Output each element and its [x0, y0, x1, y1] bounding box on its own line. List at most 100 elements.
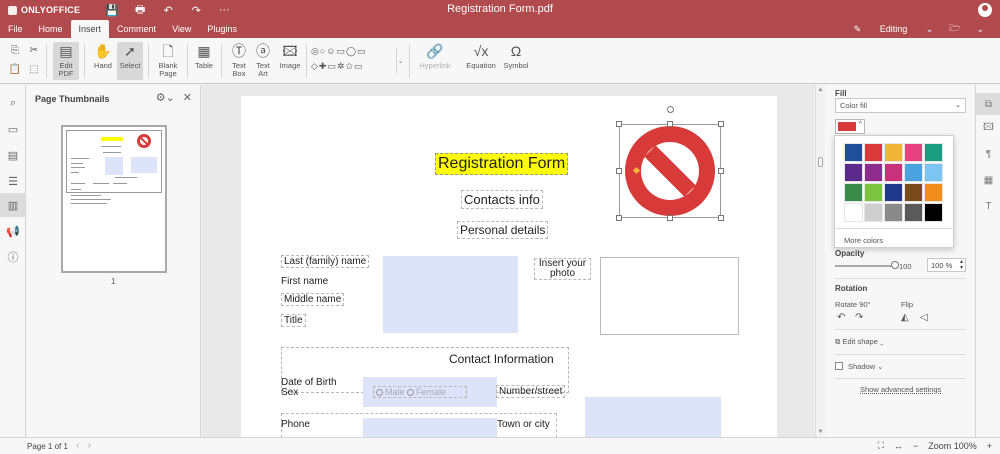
scroll-up-icon[interactable]: ▲	[817, 87, 824, 93]
street-field[interactable]	[585, 397, 721, 437]
flip-vertical-icon[interactable]: ◁	[920, 312, 928, 323]
expand-toolbar-icon[interactable]: ⌄	[976, 24, 984, 35]
personal-details-heading[interactable]: Personal details	[457, 221, 549, 239]
undo-icon[interactable]: ↶	[160, 3, 176, 17]
color-swatch[interactable]	[864, 143, 883, 162]
image-settings-icon[interactable]: 🖾	[976, 117, 1000, 139]
paragraph-settings-icon[interactable]: ¶	[976, 143, 1000, 165]
resize-handle[interactable]	[718, 121, 724, 127]
tab-view[interactable]: View	[164, 20, 199, 38]
tab-file[interactable]: File	[0, 20, 31, 38]
tab-home[interactable]: Home	[31, 20, 71, 38]
color-swatch[interactable]	[904, 203, 923, 222]
more-colors-link[interactable]: More colors	[844, 236, 883, 245]
save-icon[interactable]: 💾	[104, 3, 120, 17]
copy-icon[interactable]: ⎘	[8, 44, 22, 56]
page-thumbnails-icon[interactable]: ▥	[0, 193, 26, 217]
blank-page-button[interactable]: 🗋 Blank Page	[154, 42, 182, 78]
color-swatch[interactable]	[924, 143, 943, 162]
color-swatch[interactable]	[904, 163, 923, 182]
print-icon[interactable]: 🖶	[132, 3, 148, 17]
feedback-icon[interactable]: 📢	[0, 219, 26, 243]
resize-handle[interactable]	[616, 121, 622, 127]
fit-width-icon[interactable]: ↔	[894, 441, 903, 451]
fill-type-select[interactable]: Color fill ⌄	[835, 98, 966, 113]
scroll-down-icon[interactable]: ▼	[817, 429, 824, 435]
sex-radio-group[interactable]: Male Female	[373, 386, 467, 398]
opacity-spinner[interactable]: 100 % ▴ ▾	[927, 258, 966, 272]
hand-tool-button[interactable]: ✋ Hand	[91, 42, 115, 70]
opacity-slider[interactable]	[835, 265, 895, 267]
color-swatch[interactable]	[844, 203, 863, 222]
male-radio[interactable]	[376, 389, 383, 396]
zoom-out-icon[interactable]: −	[913, 441, 918, 451]
zoom-level[interactable]: Zoom 100%	[928, 441, 977, 451]
fill-color-button[interactable]: ^	[835, 119, 865, 134]
chevron-left-icon[interactable]: ‹	[76, 440, 79, 451]
chat-icon[interactable]: ▤	[0, 143, 26, 167]
color-swatch[interactable]	[864, 163, 883, 182]
name-fields-area[interactable]	[383, 256, 518, 333]
vertical-scrollbar[interactable]: ▲ ▼	[815, 85, 824, 437]
equation-button[interactable]: √x Equation	[464, 42, 498, 70]
comments-icon[interactable]: ▭	[0, 117, 26, 141]
hyperlink-button[interactable]: 🔗 Hyperlink	[416, 42, 454, 70]
color-swatch[interactable]	[904, 183, 923, 202]
contacts-info-heading[interactable]: Contacts info	[461, 190, 543, 209]
navigation-icon[interactable]: ☰	[0, 169, 26, 193]
more-quick-actions-icon[interactable]: ···	[216, 3, 232, 17]
fit-page-icon[interactable]: ⛶	[878, 440, 884, 451]
female-radio[interactable]	[407, 389, 415, 396]
flip-horizontal-icon[interactable]: ◭	[901, 312, 909, 323]
text-box-button[interactable]: Ⓣ Text Box	[228, 42, 250, 78]
image-button[interactable]: 🖾 Image	[277, 42, 303, 70]
page-thumbnail[interactable]	[61, 125, 167, 273]
resize-handle[interactable]	[718, 168, 724, 174]
edit-shape-button[interactable]: ⧉ Edit shape ⌄	[835, 337, 884, 347]
opacity-slider-handle[interactable]	[891, 261, 899, 269]
select-tool-button[interactable]: ➚ Select	[117, 42, 143, 80]
page-indicator[interactable]: Page 1 of 1	[27, 442, 68, 451]
rotation-handle[interactable]	[667, 106, 674, 113]
color-swatch[interactable]	[924, 183, 943, 202]
prohibition-shape-selection[interactable]	[616, 106, 724, 221]
color-swatch[interactable]	[884, 163, 903, 182]
color-swatch[interactable]	[884, 143, 903, 162]
user-avatar[interactable]	[978, 3, 992, 17]
shadow-checkbox[interactable]	[835, 362, 843, 370]
shapes-gallery[interactable]: ◎○☺▭◯▭ ◇✚▭✲✩▭	[311, 44, 395, 74]
color-swatch[interactable]	[924, 163, 943, 182]
color-swatch[interactable]	[864, 183, 883, 202]
color-swatch[interactable]	[844, 163, 863, 182]
gear-icon[interactable]: ⚙⌄	[156, 91, 175, 104]
form-title[interactable]: Registration Form	[435, 153, 569, 175]
resize-handle[interactable]	[667, 121, 673, 127]
shadow-toggle[interactable]: Shadow ⌄	[835, 362, 883, 371]
editing-mode-button[interactable]: ✎ Editing ⌄	[854, 24, 934, 35]
close-icon[interactable]: ✕	[183, 91, 192, 104]
rotate-left-icon[interactable]: ↶	[837, 312, 845, 323]
shapes-dropdown-icon[interactable]: ⌄	[396, 48, 404, 74]
shape-settings-icon[interactable]: ⧉	[976, 93, 1000, 115]
document-canvas[interactable]: Registration Form Contacts info Personal…	[202, 85, 814, 437]
edit-pdf-button[interactable]: ▤ Edit PDF	[53, 42, 79, 80]
about-icon[interactable]: ⓘ	[0, 245, 26, 269]
tab-comment[interactable]: Comment	[109, 20, 164, 38]
show-advanced-settings-link[interactable]: Show advanced settings	[860, 385, 941, 394]
zoom-in-icon[interactable]: +	[987, 441, 992, 451]
color-swatch[interactable]	[864, 203, 883, 222]
tab-insert[interactable]: Insert	[70, 20, 110, 38]
scroll-thumb[interactable]	[818, 157, 823, 167]
chevron-right-icon[interactable]: ›	[88, 440, 91, 451]
cut-icon[interactable]: ✂	[27, 44, 41, 56]
color-swatch[interactable]	[904, 143, 923, 162]
table-settings-icon[interactable]: ▦	[976, 169, 1000, 191]
table-button[interactable]: ▦ Table	[192, 42, 216, 70]
symbol-button[interactable]: Ω Symbol	[501, 42, 531, 70]
tab-plugins[interactable]: Plugins	[199, 20, 245, 38]
color-swatch[interactable]	[844, 183, 863, 202]
text-art-button[interactable]: ⓐ Text Art	[252, 42, 274, 78]
rotate-right-icon[interactable]: ↷	[855, 312, 863, 323]
redo-icon[interactable]: ↷	[188, 3, 204, 17]
select-all-icon[interactable]: ⬚	[27, 63, 41, 75]
